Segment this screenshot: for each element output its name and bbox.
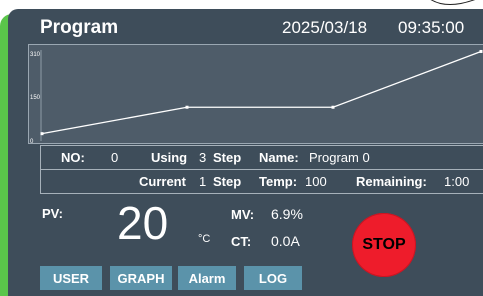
page-title: Program xyxy=(40,17,119,38)
profile-point xyxy=(40,132,44,136)
nav-graph-button[interactable]: GRAPH xyxy=(110,266,172,290)
profile-point xyxy=(185,105,189,109)
y-tick-label: 0 xyxy=(30,139,34,143)
using-label: Using xyxy=(151,150,188,165)
current-label: Current xyxy=(139,174,186,189)
no-value: 0 xyxy=(111,150,119,165)
pv-label: PV: xyxy=(42,206,63,221)
pv-unit: °C xyxy=(198,233,211,245)
pv-value: 20 xyxy=(117,197,169,249)
program-profile-line xyxy=(41,50,482,135)
no-label: NO: xyxy=(61,150,85,165)
name-label: Name: xyxy=(259,150,299,165)
y-tick-label: 150 xyxy=(30,95,41,101)
mv-value: 6.9% xyxy=(271,206,303,222)
current-step-value: 1 xyxy=(199,174,207,189)
mv-label: MV: xyxy=(231,207,255,222)
time-display: 09:35:00 xyxy=(398,18,465,37)
profile-point xyxy=(331,105,335,109)
y-tick-label: 310 xyxy=(30,52,41,58)
program-name-value: Program 0 xyxy=(309,150,370,165)
nav-alarm-button[interactable]: Alarm xyxy=(178,266,236,290)
remaining-label: Remaining: xyxy=(356,174,427,189)
current-step-label: Step xyxy=(213,174,242,189)
stop-button[interactable]: STOP xyxy=(352,213,416,277)
program-info-row: NO: 0 Using 3 Step Name: Program 0 xyxy=(40,145,483,170)
nav-log-button[interactable]: LOG xyxy=(244,266,302,290)
using-value: 3 xyxy=(199,150,207,165)
ct-value: 0.0A xyxy=(271,233,300,249)
program-graph: 310 150 0 xyxy=(28,44,483,145)
controller-screen: Program 2025/03/18 09:35:00 310 150 0 NO: … xyxy=(0,0,483,296)
program-status-row: Current 1 Step Temp: 100 Remaining: 1:00 xyxy=(40,169,483,194)
profile-point xyxy=(479,49,483,53)
temp-value: 100 xyxy=(305,174,327,189)
step-label: Step xyxy=(213,150,242,165)
temp-label: Temp: xyxy=(259,174,298,189)
ct-label: CT: xyxy=(231,234,252,249)
date-display: 2025/03/18 xyxy=(282,18,368,37)
nav-user-button[interactable]: USER xyxy=(40,266,102,290)
corner-decoration xyxy=(430,0,475,5)
program-graph-plot: 310 150 0 xyxy=(30,49,483,145)
remaining-value: 1:00 xyxy=(444,174,470,189)
